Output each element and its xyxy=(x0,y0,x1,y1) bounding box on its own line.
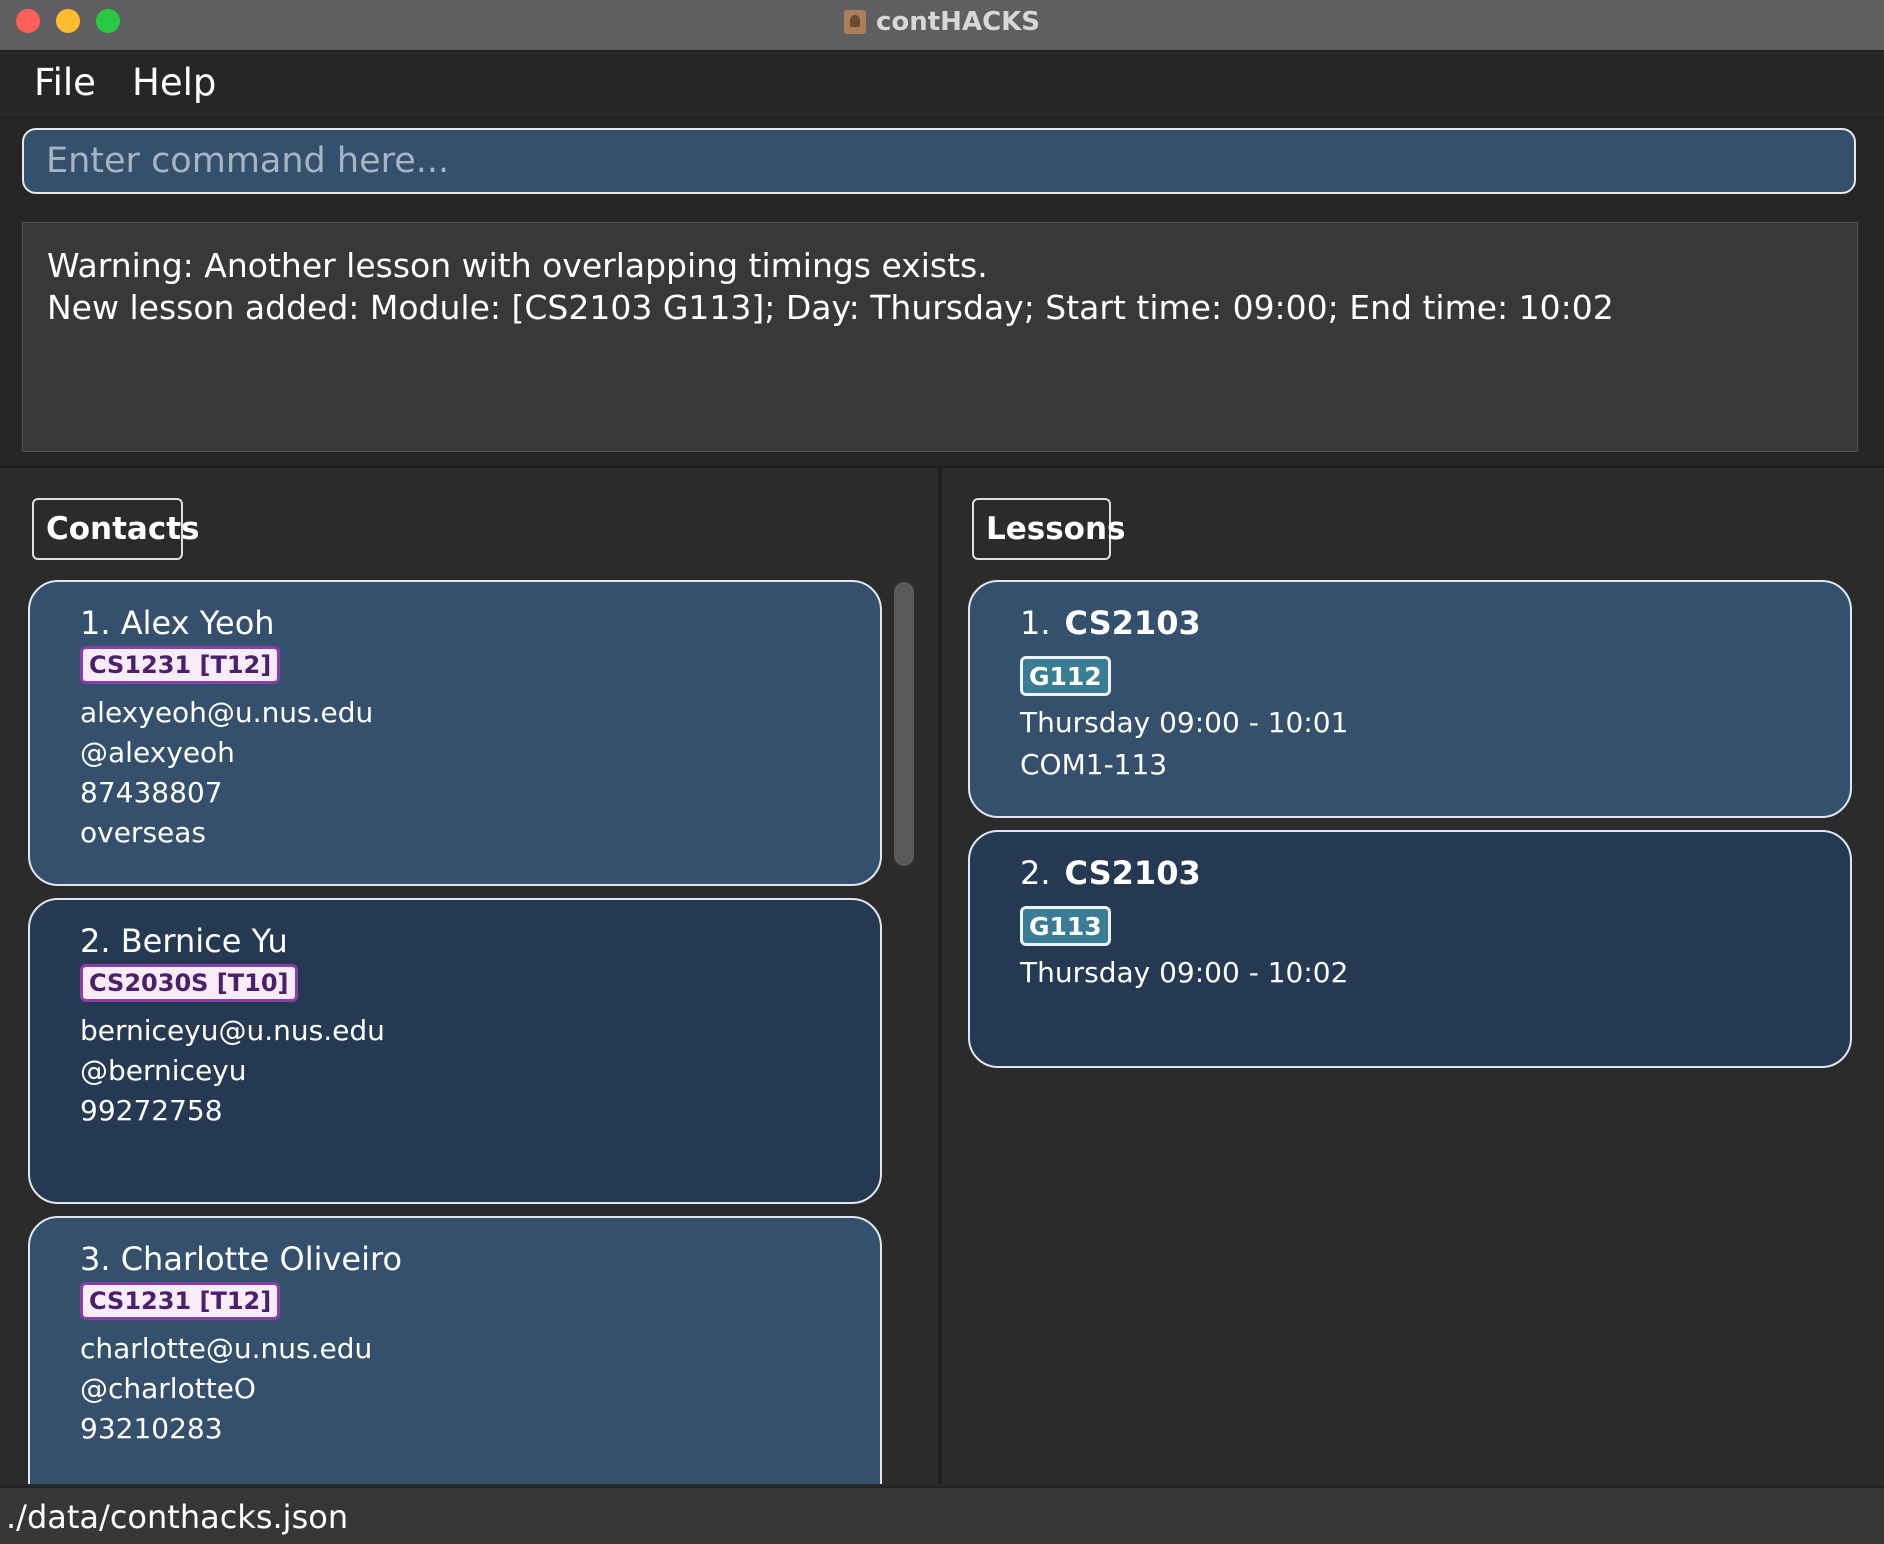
result-line-added: New lesson added: Module: [CS2103 G113];… xyxy=(47,288,1614,327)
lesson-time: Thursday 09:00 - 10:02 xyxy=(1020,956,1349,989)
contact-tag: CS1231 [T12] xyxy=(80,646,281,684)
result-display[interactable]: Warning: Another lesson with overlapping… xyxy=(22,222,1858,452)
lesson-card[interactable]: 1. CS2103 G112 Thursday 09:00 - 10:01 COM… xyxy=(968,580,1852,818)
menu-bar: File Help xyxy=(0,51,1884,119)
lesson-time: Thursday 09:00 - 10:01 xyxy=(1020,706,1349,739)
contact-name: 2. Bernice Yu xyxy=(80,922,288,960)
contact-phone: 87438807 xyxy=(80,776,223,809)
contact-email: charlotte@u.nus.edu xyxy=(80,1332,373,1365)
command-input[interactable] xyxy=(22,128,1856,194)
contact-name: 3. Charlotte Oliveiro xyxy=(80,1240,403,1278)
lesson-module: CS2103 xyxy=(1064,604,1201,642)
lesson-title: 1. CS2103 xyxy=(1020,604,1201,642)
lesson-group-tag: G112 xyxy=(1020,656,1111,696)
contact-email: alexyeoh@u.nus.edu xyxy=(80,696,374,729)
contact-telegram: @charlotteO xyxy=(80,1372,256,1405)
menu-help[interactable]: Help xyxy=(132,61,216,104)
contact-email: berniceyu@u.nus.edu xyxy=(80,1014,385,1047)
contacts-panel-label: Contacts xyxy=(32,498,200,560)
contact-card[interactable]: 2. Bernice Yu CS2030S [T10] berniceyu@u.… xyxy=(28,898,882,1204)
lesson-index: 2. xyxy=(1020,854,1051,892)
contact-note: overseas xyxy=(80,816,206,849)
contact-phone: 93210283 xyxy=(80,1412,223,1445)
contacts-list[interactable]: 1. Alex Yeoh CS1231 [T12] alexyeoh@u.nus… xyxy=(0,578,936,1484)
contact-card[interactable]: 3. Charlotte Oliveiro CS1231 [T12] charl… xyxy=(28,1216,882,1484)
lesson-module: CS2103 xyxy=(1064,854,1201,892)
lesson-venue: COM1-113 xyxy=(1020,748,1168,781)
title-bar: contHACKS xyxy=(0,0,1884,51)
lesson-index: 1. xyxy=(1020,604,1051,642)
contact-telegram: @berniceyu xyxy=(80,1054,247,1087)
status-bar: ./data/conthacks.json xyxy=(0,1486,1884,1544)
lesson-title: 2. CS2103 xyxy=(1020,854,1201,892)
contacts-scrollbar[interactable] xyxy=(894,582,914,866)
result-line-warning: Warning: Another lesson with overlapping… xyxy=(47,246,988,285)
main-panels: Contacts 1. Alex Yeoh CS1231 [T12] alexy… xyxy=(0,468,1884,1484)
contact-phone: 99272758 xyxy=(80,1094,223,1127)
command-area xyxy=(0,118,1884,210)
contact-card[interactable]: 1. Alex Yeoh CS1231 [T12] alexyeoh@u.nus… xyxy=(28,580,882,886)
menu-file[interactable]: File xyxy=(34,61,96,104)
window-title: contHACKS xyxy=(875,7,1041,37)
data-file-path: ./data/conthacks.json xyxy=(6,1498,349,1536)
lessons-list[interactable]: 1. CS2103 G112 Thursday 09:00 - 10:01 COM… xyxy=(942,578,1884,1484)
contacts-app-icon xyxy=(843,10,866,34)
contact-telegram: @alexyeoh xyxy=(80,736,235,769)
contact-tag: CS2030S [T10] xyxy=(80,964,298,1002)
app-window: contHACKS File Help Warning: Another les… xyxy=(0,0,1884,1544)
result-area: Warning: Another lesson with overlapping… xyxy=(0,210,1884,469)
lessons-panel-label: Lessons xyxy=(972,498,1126,560)
lesson-group-tag: G113 xyxy=(1020,906,1111,946)
contact-name: 1. Alex Yeoh xyxy=(80,604,275,642)
lesson-card[interactable]: 2. CS2103 G113 Thursday 09:00 - 10:02 xyxy=(968,830,1852,1068)
title-wrap: contHACKS xyxy=(0,0,1884,44)
contact-tag: CS1231 [T12] xyxy=(80,1282,281,1320)
